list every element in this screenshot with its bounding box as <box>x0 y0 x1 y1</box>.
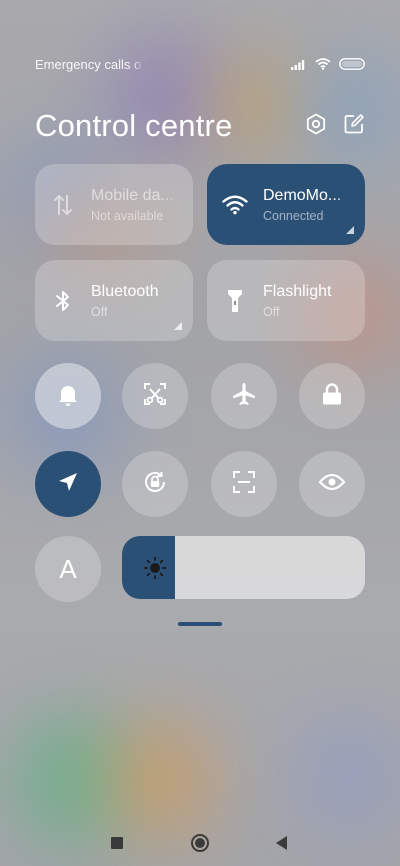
recents-button[interactable] <box>111 837 123 849</box>
tile-status: Connected <box>263 208 324 223</box>
tile-label: Flashlight <box>263 282 332 300</box>
toggle-font-size[interactable]: A <box>35 536 101 602</box>
tile-label: Mobile da... <box>91 186 174 204</box>
airplane-icon <box>231 381 257 411</box>
bell-icon <box>57 382 79 410</box>
tile-bluetooth[interactable]: Bluetooth Off <box>35 260 193 341</box>
brightness-slider[interactable] <box>122 536 365 599</box>
settings-icon[interactable] <box>305 113 327 139</box>
mobile-data-icon <box>35 193 91 217</box>
toggle-lock-screen[interactable] <box>299 363 365 429</box>
battery-icon <box>339 55 365 74</box>
font-icon: A <box>59 553 77 584</box>
rotate-lock-icon <box>142 469 168 499</box>
expand-corner-icon[interactable] <box>174 322 182 330</box>
tile-mobile-data[interactable]: Mobile da... Not available <box>35 164 193 245</box>
home-button[interactable] <box>191 834 209 852</box>
toggle-airplane-mode[interactable] <box>211 363 277 429</box>
tile-label: DemoMo... <box>263 186 342 204</box>
tile-flashlight[interactable]: Flashlight Off <box>207 260 365 341</box>
sun-icon <box>143 536 167 599</box>
eye-icon <box>318 472 346 496</box>
expand-corner-icon[interactable] <box>346 226 354 234</box>
toggle-screenshot[interactable] <box>122 363 188 429</box>
location-icon <box>57 471 79 497</box>
tile-status: Off <box>91 304 108 319</box>
lock-icon <box>321 382 343 410</box>
screenshot-icon <box>142 381 168 411</box>
edit-icon[interactable] <box>343 113 365 139</box>
wifi-icon <box>207 195 263 215</box>
toggle-reading-mode[interactable] <box>299 451 365 517</box>
signal-icon <box>291 55 307 74</box>
back-button[interactable] <box>276 836 287 850</box>
toggle-sound[interactable] <box>35 363 101 429</box>
tile-status: Off <box>263 304 280 319</box>
drag-handle[interactable] <box>178 622 222 626</box>
tile-wifi[interactable]: DemoMo... Connected <box>207 164 365 245</box>
wifi-icon <box>315 55 331 74</box>
scan-icon <box>231 469 257 499</box>
carrier-text: Emergency calls o <box>35 56 142 72</box>
toggle-scanner[interactable] <box>211 451 277 517</box>
page-title: Control centre <box>35 108 233 143</box>
tile-status: Not available <box>91 208 164 223</box>
toggle-auto-rotate[interactable] <box>122 451 188 517</box>
tile-label: Bluetooth <box>91 282 159 300</box>
status-bar: Emergency calls o <box>35 56 365 72</box>
bluetooth-icon <box>35 289 91 313</box>
flashlight-icon <box>207 288 263 314</box>
toggle-location[interactable] <box>35 451 101 517</box>
